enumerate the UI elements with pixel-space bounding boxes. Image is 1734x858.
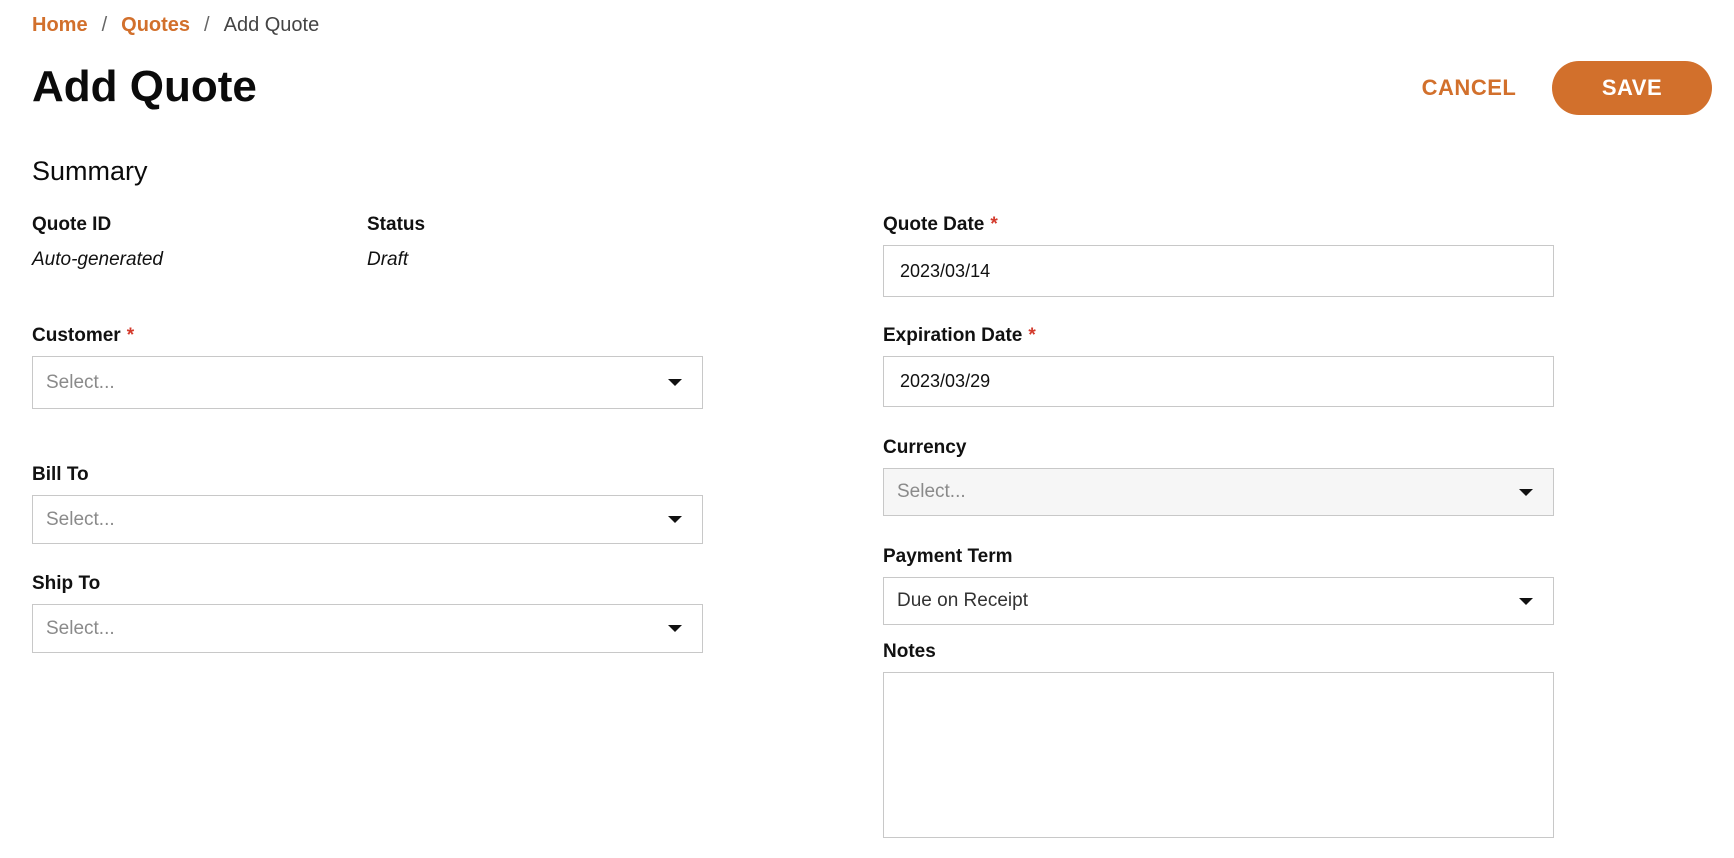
breadcrumb-quotes-link[interactable]: Quotes xyxy=(121,14,190,37)
section-title-summary: Summary xyxy=(32,156,148,186)
breadcrumb-separator: / xyxy=(204,14,210,36)
breadcrumb-current: Add Quote xyxy=(223,14,320,36)
bill-to-select-placeholder: Select... xyxy=(46,508,115,530)
ship-to-select-placeholder: Select... xyxy=(46,617,115,639)
save-button[interactable]: SAVE xyxy=(1552,61,1712,115)
breadcrumb-separator: / xyxy=(101,14,108,36)
expiration-date-input[interactable] xyxy=(884,357,1553,406)
quote-id-label: Quote ID xyxy=(32,214,112,235)
quote-date-input[interactable] xyxy=(884,246,1553,296)
bill-to-label: Bill To xyxy=(32,464,89,485)
payment-term-select[interactable]: Due on Receipt xyxy=(883,577,1554,625)
required-marker: * xyxy=(990,214,998,235)
required-marker: * xyxy=(1028,325,1036,346)
quote-id-value: Auto-generated xyxy=(32,249,163,270)
page-title: Add Quote xyxy=(32,62,257,111)
add-quote-page: Home / Quotes / Add Quote Add Quote CANC… xyxy=(0,0,1734,858)
expiration-date-field[interactable] xyxy=(883,356,1554,407)
breadcrumb-home-link[interactable]: Home xyxy=(32,14,88,37)
chevron-down-icon xyxy=(1519,488,1533,496)
status-value: Draft xyxy=(367,249,409,270)
customer-label-text: Customer xyxy=(32,325,121,346)
expiration-date-label-text: Expiration Date xyxy=(883,325,1023,346)
cancel-button[interactable]: CANCEL xyxy=(1404,62,1534,114)
ship-to-select[interactable]: Select... xyxy=(32,604,703,653)
expiration-date-label: Expiration Date * xyxy=(883,325,1036,347)
currency-select[interactable]: Select... xyxy=(883,468,1554,516)
notes-textarea[interactable] xyxy=(884,673,1553,837)
status-label: Status xyxy=(367,214,426,235)
quote-date-field[interactable] xyxy=(883,245,1554,297)
notes-field[interactable] xyxy=(883,672,1554,838)
breadcrumb: Home / Quotes / Add Quote xyxy=(32,14,319,37)
chevron-down-icon xyxy=(668,516,682,523)
currency-label: Currency xyxy=(883,437,967,458)
required-marker: * xyxy=(126,325,135,346)
customer-label: Customer * xyxy=(32,325,134,347)
customer-select-placeholder: Select... xyxy=(46,371,115,393)
currency-select-placeholder: Select... xyxy=(897,481,966,502)
ship-to-label: Ship To xyxy=(32,573,101,594)
payment-term-select-value: Due on Receipt xyxy=(897,590,1028,611)
bill-to-select[interactable]: Select... xyxy=(32,495,703,544)
quote-date-label: Quote Date * xyxy=(883,214,998,236)
chevron-down-icon xyxy=(668,625,682,632)
notes-label: Notes xyxy=(883,641,936,662)
chevron-down-icon xyxy=(1519,597,1533,605)
payment-term-label: Payment Term xyxy=(883,546,1013,567)
customer-select[interactable]: Select... xyxy=(32,356,703,409)
chevron-down-icon xyxy=(668,379,682,386)
quote-date-label-text: Quote Date xyxy=(883,214,985,235)
